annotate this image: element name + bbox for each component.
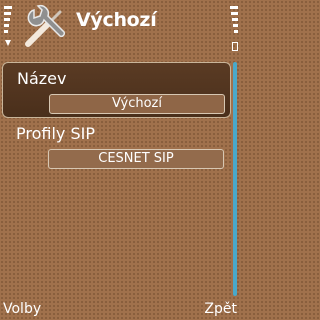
setting-item-sip-profiles[interactable]: Profily SIP CESNET SIP [2, 118, 231, 174]
page-title: Výchozí [76, 9, 157, 31]
setting-label-sip-profiles: Profily SIP [16, 124, 95, 143]
back-softkey[interactable]: Zpět [204, 301, 237, 317]
options-softkey[interactable]: Volby [3, 301, 41, 317]
setting-item-name[interactable]: Název Výchozí [2, 62, 231, 118]
setting-value-sip-profiles[interactable]: CESNET SIP [48, 149, 224, 169]
setting-label-name: Název [17, 69, 67, 88]
scrollbar-thumb[interactable] [233, 62, 237, 296]
title-bar: Výchozí [0, 0, 240, 56]
battery-icon [230, 4, 238, 56]
softkey-bar: Volby Zpět [0, 298, 240, 320]
scrollbar[interactable] [233, 62, 237, 296]
settings-list: Název Výchozí Profily SIP CESNET SIP [0, 62, 232, 174]
signal-strength-icon [4, 4, 12, 56]
setting-value-name[interactable]: Výchozí [49, 94, 225, 114]
settings-tools-icon [25, 4, 66, 47]
